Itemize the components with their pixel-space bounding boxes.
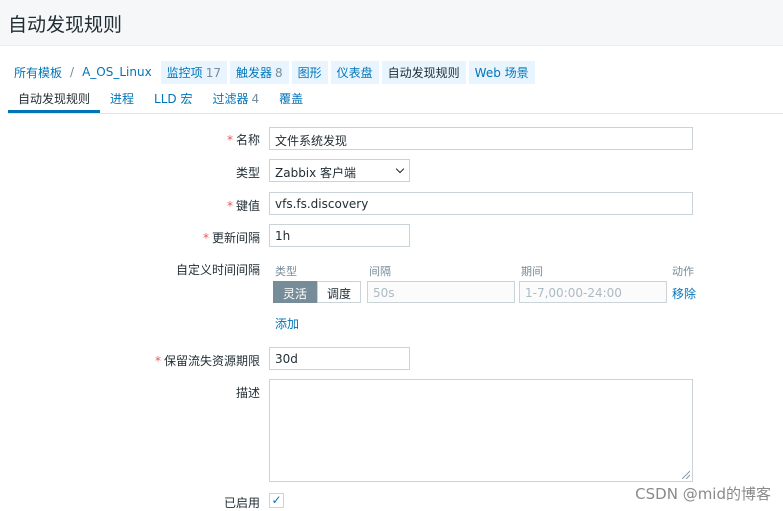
description-textarea[interactable] <box>269 379 693 482</box>
period-input[interactable]: 1-7,00:00-24:00 <box>519 281 667 303</box>
breadcrumb-tab-graphs[interactable]: 图形 <box>291 60 328 84</box>
update-interval-label: * 更新间隔 <box>202 231 260 245</box>
tab-lld-macros[interactable]: LLD 宏 <box>144 86 202 113</box>
tab-overrides[interactable]: 覆盖 <box>269 86 313 113</box>
key-input[interactable]: vfs.fs.discovery <box>269 192 693 215</box>
custom-intervals-header-period: 期间 <box>521 265 543 278</box>
breadcrumb-tab-web[interactable]: Web 场景 <box>468 60 535 84</box>
tab-count: 4 <box>251 92 260 106</box>
breadcrumb: 所有模板 / A_OS_Linux 监控项 17 触发器 8 图形 仪表盘 自动发现… <box>0 46 783 86</box>
breadcrumb-tab-dashboards[interactable]: 仪表盘 <box>330 60 379 84</box>
interval-input[interactable]: 50s <box>367 281 515 303</box>
name-input[interactable]: 文件系统发现 <box>269 127 693 150</box>
watermark: CSDN @mid的博客 <box>635 485 771 503</box>
interval-type-scheduling[interactable]: 调度 <box>317 281 362 303</box>
page-title: 自动发现规则 <box>8 14 123 36</box>
keep-lost-label: * 保留流失资源期限 <box>154 354 260 368</box>
type-label: 类型 <box>235 166 260 180</box>
page-header: 自动发现规则 <box>0 0 783 46</box>
tab-count: 17 <box>205 65 221 80</box>
key-label: * 键值 <box>226 199 260 213</box>
enabled-checkbox[interactable]: ✓ <box>269 493 284 508</box>
custom-intervals-header-interval: 间隔 <box>369 265 391 278</box>
resize-grip-icon[interactable] <box>682 471 690 479</box>
add-interval-link[interactable]: 添加 <box>275 315 299 332</box>
remove-interval-link[interactable]: 移除 <box>672 285 696 302</box>
tab-label: 监控项 <box>166 65 203 80</box>
custom-intervals-label: 自定义时间间隔 <box>175 263 260 277</box>
name-label: * 名称 <box>226 133 260 147</box>
breadcrumb-template[interactable]: A_OS_Linux <box>76 62 158 82</box>
tab-label: 触发器 <box>235 65 272 80</box>
tab-preprocessing[interactable]: 进程 <box>100 86 144 113</box>
breadcrumb-tab-items[interactable]: 监控项 17 <box>160 60 227 84</box>
interval-type-flexible[interactable]: 灵活 <box>273 281 318 303</box>
tab-filters[interactable]: 过滤器 4 <box>202 86 269 113</box>
custom-intervals-header-type: 类型 <box>275 265 297 278</box>
tab-count: 8 <box>274 65 283 80</box>
enabled-label: 已启用 <box>223 496 260 510</box>
breadcrumb-tab-triggers[interactable]: 触发器 8 <box>229 60 289 84</box>
custom-intervals-header-action: 动作 <box>672 265 694 278</box>
breadcrumb-tab-discovery[interactable]: 自动发现规则 <box>381 60 466 84</box>
breadcrumb-separator: / <box>70 65 75 79</box>
form-tab-bar: 自动发现规则 进程 LLD 宏 过滤器 4 覆盖 <box>8 86 783 114</box>
tab-label: 过滤器 <box>212 92 249 106</box>
interval-type-toggle: 灵活 调度 <box>273 281 362 303</box>
description-label: 描述 <box>235 386 260 400</box>
breadcrumb-all-templates[interactable]: 所有模板 <box>8 61 68 84</box>
tab-discovery-rule[interactable]: 自动发现规则 <box>8 86 101 113</box>
update-interval-input[interactable]: 1h <box>269 224 410 247</box>
keep-lost-input[interactable]: 30d <box>269 347 410 370</box>
type-select[interactable]: Zabbix 客户端 <box>269 159 410 182</box>
